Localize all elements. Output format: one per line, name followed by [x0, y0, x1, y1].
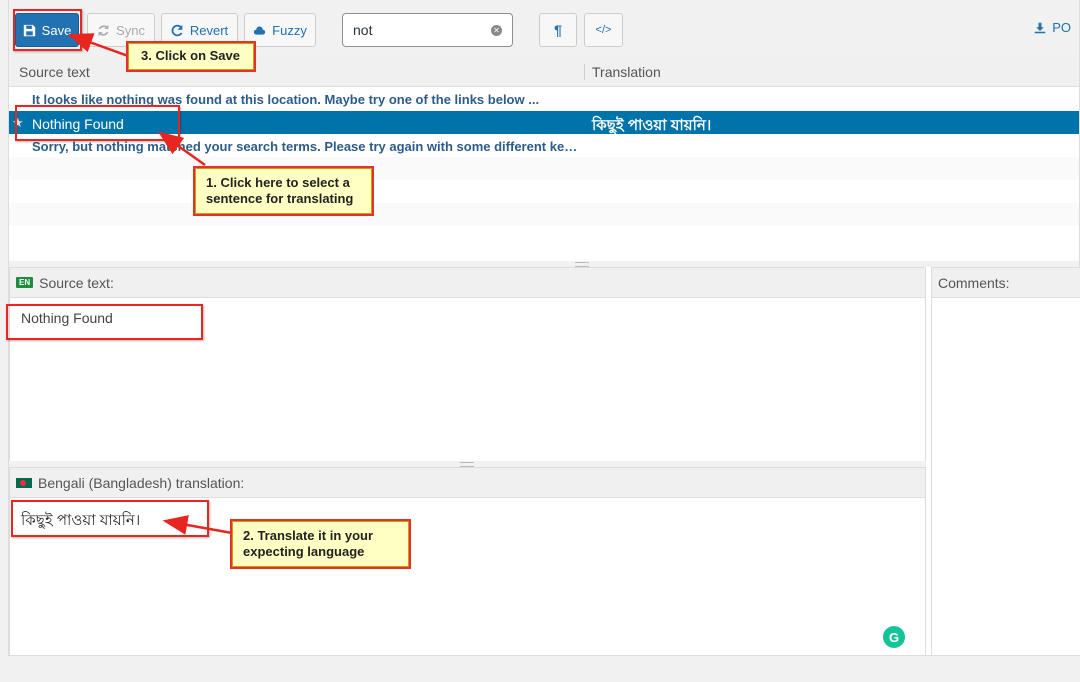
callout-step2: 2. Translate it in your expecting langua… — [232, 521, 409, 567]
annotation-arrows — [67, 33, 233, 535]
arrow-to-translation — [162, 515, 233, 535]
arrow-to-save — [67, 33, 129, 58]
arrow-to-row — [157, 131, 206, 167]
callout-step3: 3. Click on Save — [128, 43, 254, 70]
callout-step1: 1. Click here to select a sentence for t… — [195, 168, 372, 214]
